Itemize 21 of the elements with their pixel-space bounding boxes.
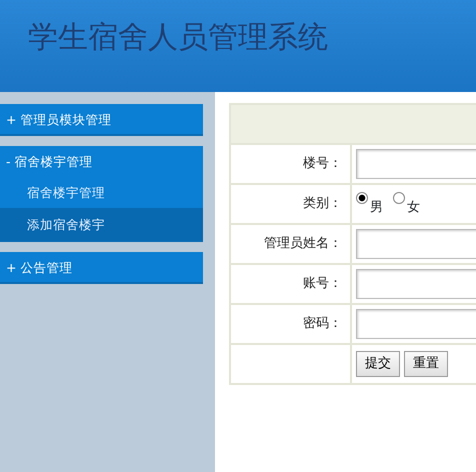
menu-item[interactable]: 宿舍楼宇管理 <box>0 176 203 208</box>
field-label: 楼号： <box>303 156 342 172</box>
field-label: 密码： <box>303 316 342 332</box>
menu-group-header[interactable]: + 公告管理 <box>0 252 203 282</box>
menu-group-header[interactable]: + 管理员模块管理 <box>0 104 203 134</box>
radio-button[interactable] <box>393 192 405 204</box>
form-button[interactable]: 重置 <box>404 351 448 377</box>
menu-item[interactable]: 添加宿舍楼宇 <box>0 208 203 240</box>
input-field[interactable] <box>356 149 476 179</box>
input-field[interactable] <box>356 229 476 259</box>
field-label: 类别： <box>303 196 342 212</box>
field-label: 账号： <box>303 276 342 292</box>
app-title: 学生宿舍人员管理系统 <box>28 19 328 57</box>
menu-group-header[interactable]: - 宿舍楼宇管理 <box>0 146 203 176</box>
radio-label: 男 <box>370 198 383 217</box>
input-field[interactable] <box>356 309 476 339</box>
field-label: 管理员姓名： <box>264 236 342 252</box>
input-field[interactable] <box>356 269 476 299</box>
radio-button[interactable] <box>356 192 368 204</box>
radio-label: 女 <box>407 198 420 217</box>
form-button[interactable]: 提交 <box>356 351 400 377</box>
